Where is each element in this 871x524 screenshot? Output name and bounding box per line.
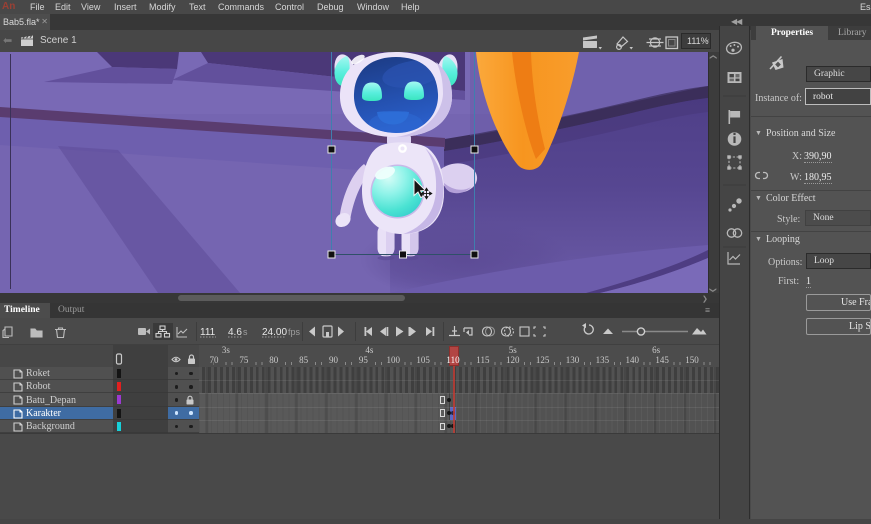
svg-text:fps: fps	[288, 327, 301, 337]
svg-text:111: 111	[200, 327, 216, 338]
svg-text:24.00: 24.00	[262, 327, 287, 338]
svg-text:s: s	[243, 327, 248, 337]
svg-text:4.6: 4.6	[228, 327, 242, 338]
